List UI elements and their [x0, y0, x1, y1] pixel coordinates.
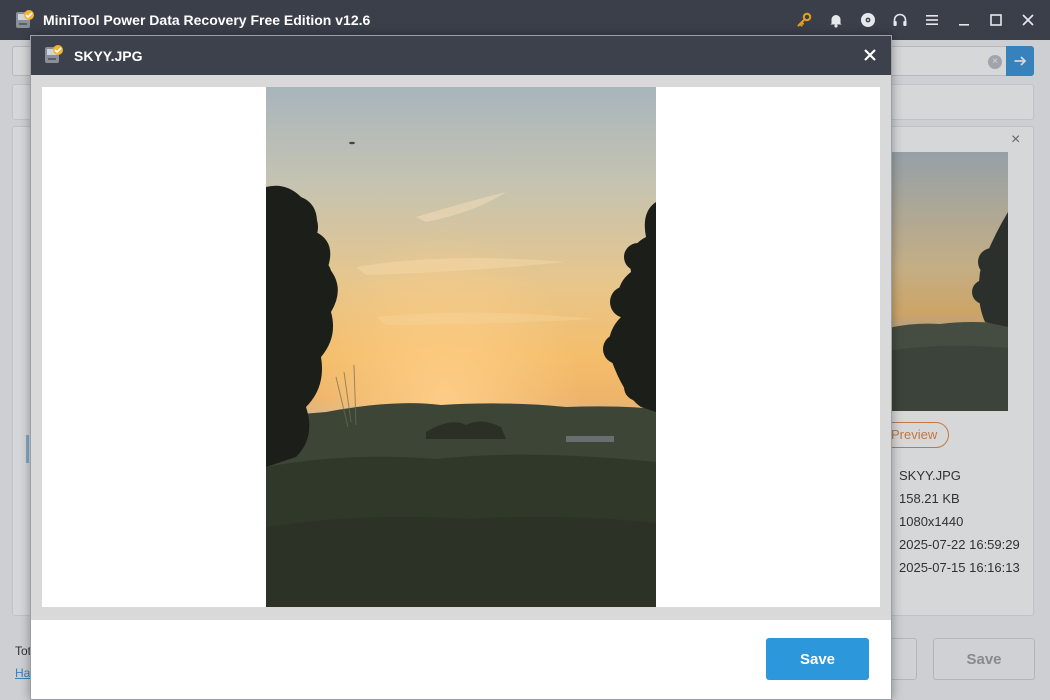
headset-icon[interactable]	[884, 0, 916, 40]
maximize-icon[interactable]	[980, 0, 1012, 40]
save-button[interactable]: Save	[766, 638, 869, 680]
dialog-titlebar: SKYY.JPG	[31, 36, 891, 75]
preview-canvas	[31, 75, 891, 620]
close-icon[interactable]	[1012, 0, 1044, 40]
bell-icon[interactable]	[820, 0, 852, 40]
menu-icon[interactable]	[916, 0, 948, 40]
titlebar-controls	[788, 0, 1050, 40]
minimize-icon[interactable]	[948, 0, 980, 40]
app-titlebar: MiniTool Power Data Recovery Free Editio…	[0, 0, 1050, 40]
app-title: MiniTool Power Data Recovery Free Editio…	[43, 12, 371, 28]
app-logo-icon	[16, 10, 34, 28]
preview-image	[266, 87, 656, 607]
dialog-title: SKYY.JPG	[74, 48, 143, 64]
preview-stage	[42, 87, 880, 607]
key-icon[interactable]	[788, 0, 820, 40]
app-logo-icon	[45, 45, 63, 63]
dialog-close-icon[interactable]	[855, 40, 885, 70]
image-preview-dialog: SKYY.JPG Save	[30, 35, 892, 700]
disc-icon[interactable]	[852, 0, 884, 40]
